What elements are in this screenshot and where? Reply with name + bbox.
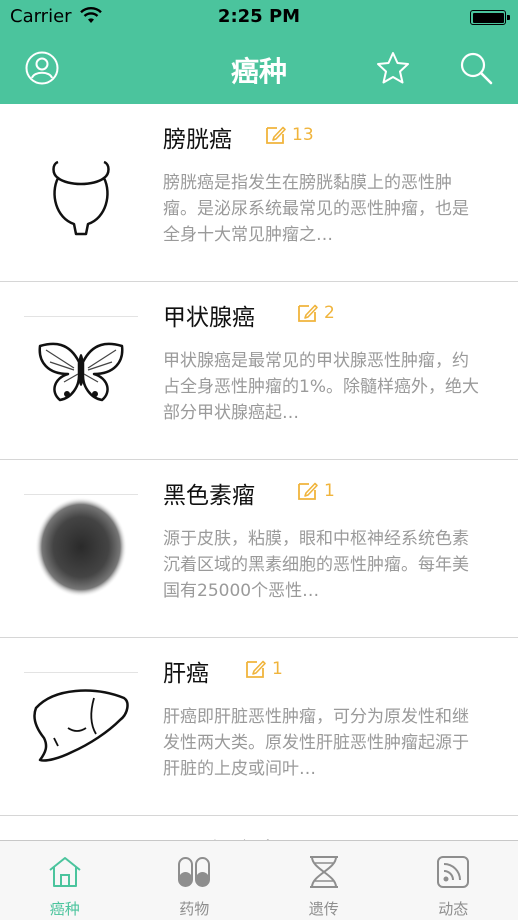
star-icon bbox=[377, 52, 409, 84]
post-count: 1 bbox=[272, 659, 283, 679]
tab-label: 动态 bbox=[438, 900, 469, 918]
tab-drugs[interactable]: 药物 bbox=[130, 841, 260, 920]
post-count: 13 bbox=[292, 125, 314, 145]
thyroid-butterfly-icon bbox=[24, 312, 138, 426]
list-item-thyroid[interactable]: 甲状腺癌 2 甲状腺癌是最常见的甲状腺恶性肿瘤，约占全身恶性肿瘤的1%。除髓样癌… bbox=[0, 282, 518, 460]
search-button[interactable] bbox=[458, 50, 494, 86]
edit-icon bbox=[266, 126, 286, 144]
home-icon bbox=[49, 857, 81, 887]
navigation-bar: 癌种 bbox=[0, 34, 518, 104]
edit-icon bbox=[298, 304, 318, 322]
search-icon bbox=[460, 52, 493, 85]
tab-genetics[interactable]: 遗传 bbox=[259, 841, 389, 920]
melanoma-icon bbox=[24, 490, 138, 604]
clock: 2:25 PM bbox=[217, 6, 301, 27]
list-item-liver[interactable]: 肝癌 1 肝癌即肝脏恶性肿瘤，可分为原发性和继发性两大类。原发性肝脏恶性肿瘤起源… bbox=[0, 638, 518, 816]
rss-feed-icon bbox=[437, 856, 470, 888]
list-item-bladder[interactable]: 膀胱癌 13 膀胱癌是指发生在膀胱黏膜上的恶性肿瘤。是泌尿系统最常见的恶性肿瘤，… bbox=[0, 104, 518, 282]
dna-icon bbox=[309, 856, 338, 888]
cancer-list[interactable]: 膀胱癌 13 膀胱癌是指发生在膀胱黏膜上的恶性肿瘤。是泌尿系统最常见的恶性肿瘤，… bbox=[0, 104, 518, 840]
tab-cancer-types[interactable]: 癌种 bbox=[0, 841, 130, 920]
cancer-description: 甲状腺癌是最常见的甲状腺恶性肿瘤，约占全身恶性肿瘤的1%。除髓样癌外，绝大部分甲… bbox=[163, 351, 479, 423]
bladder-icon bbox=[24, 134, 138, 248]
list-item-small-cell-lung[interactable]: 肺小细胞癌 bbox=[0, 816, 518, 840]
cancer-description: 膀胱癌是指发生在膀胱黏膜上的恶性肿瘤。是泌尿系统最常见的恶性肿瘤，也是全身十大常… bbox=[163, 173, 469, 245]
liver-icon bbox=[24, 668, 138, 782]
cancer-name: 肝癌 bbox=[163, 661, 209, 687]
status-bar: Carrier 2:25 PM bbox=[0, 0, 518, 34]
tab-label: 癌种 bbox=[49, 900, 80, 918]
post-count: 1 bbox=[324, 481, 335, 501]
cancer-description: 源于皮肤，粘膜，眼和中枢神经系统色素沉着区域的黑素细胞的恶性肿瘤。每年美国有25… bbox=[163, 529, 469, 601]
tab-label: 遗传 bbox=[308, 900, 339, 918]
edit-icon bbox=[298, 482, 318, 500]
cancer-name: 甲状腺癌 bbox=[163, 305, 255, 331]
post-count-badge: 1 bbox=[245, 658, 283, 680]
cancer-name: 膀胱癌 bbox=[163, 127, 232, 153]
post-count-badge: 2 bbox=[297, 302, 335, 324]
tab-label: 药物 bbox=[179, 900, 210, 918]
post-count-badge: 1 bbox=[297, 480, 335, 502]
post-count-badge: 13 bbox=[265, 124, 314, 146]
tab-bar: 癌种 药物 遗传 动态 bbox=[0, 840, 518, 920]
favorites-button[interactable] bbox=[375, 50, 411, 86]
edit-icon bbox=[246, 660, 266, 678]
list-item-melanoma[interactable]: 黑色素瘤 1 源于皮肤，粘膜，眼和中枢神经系统色素沉着区域的黑素细胞的恶性肿瘤。… bbox=[0, 460, 518, 638]
cancer-description: 肝癌即肝脏恶性肿瘤，可分为原发性和继发性两大类。原发性肝脏恶性肿瘤起源于肝脏的上… bbox=[163, 707, 469, 779]
pills-icon bbox=[178, 857, 211, 887]
cancer-name: 黑色素瘤 bbox=[163, 483, 255, 509]
page-title: 癌种 bbox=[230, 55, 287, 88]
post-count: 2 bbox=[324, 303, 335, 323]
cancer-name: 肺小细胞癌 bbox=[163, 832, 278, 840]
tab-news[interactable]: 动态 bbox=[389, 841, 518, 920]
battery-icon bbox=[470, 10, 510, 25]
